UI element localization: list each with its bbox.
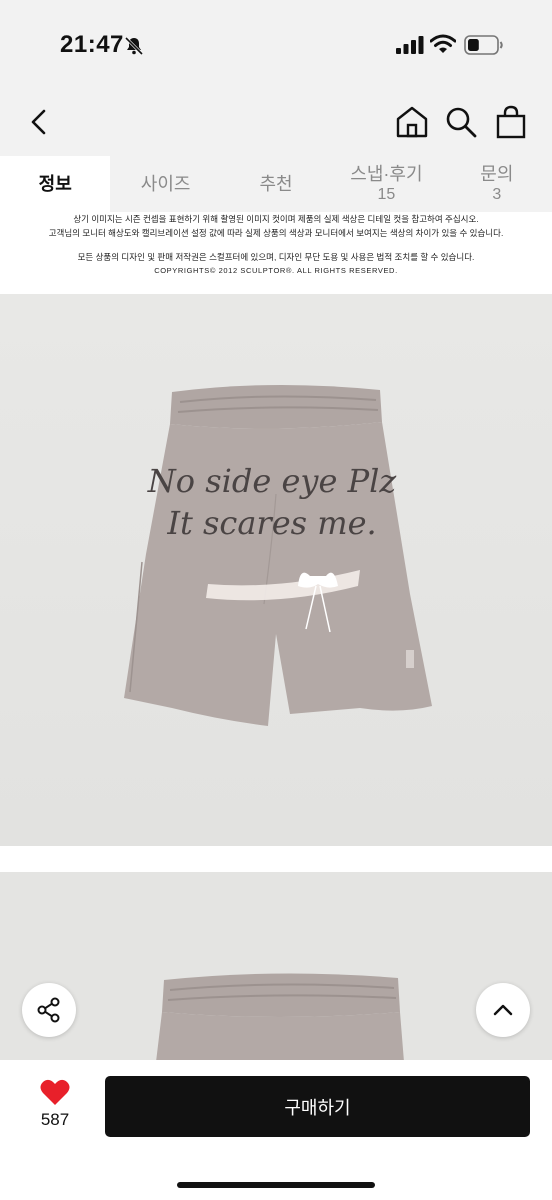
bag-icon[interactable]	[494, 104, 528, 140]
bell-off-icon	[124, 36, 144, 56]
tab-label: 정보	[38, 174, 72, 194]
copyright-text: COPYRIGHTS© 2012 SCULPTOR®. ALL RIGHTS R…	[154, 266, 398, 275]
battery-icon	[464, 35, 503, 55]
heart-icon[interactable]	[40, 1078, 70, 1106]
tab-bar: 정보 사이즈 추천 스냅·후기 15 문의 3	[0, 156, 552, 212]
product-image	[0, 872, 552, 1062]
product-image: No side eye Plz It scares me.	[0, 294, 552, 846]
tab-label: 문의	[480, 164, 514, 184]
shorts-illustration: No side eye Plz It scares me.	[124, 384, 432, 726]
print-line-1: No side eye Plz	[147, 462, 398, 500]
scroll-top-button[interactable]	[476, 983, 530, 1037]
tab-label: 사이즈	[140, 174, 191, 194]
product-notice: 상기 이미지는 시즌 컨셉을 표현하기 위해 촬영된 이미지 컷이며 제품의 실…	[0, 212, 552, 294]
share-icon	[37, 997, 60, 1023]
like-count: 587	[40, 1110, 70, 1129]
share-button[interactable]	[22, 983, 76, 1037]
notice-line: 고객님의 모니터 해상도와 캘리브레이션 설정 값에 따라 실제 상품의 색상과…	[48, 228, 504, 238]
notice-line: 모든 상품의 디자인 및 판매 저작권은 스컬프터에 있으며, 디자인 무단 도…	[77, 252, 475, 262]
shorts-illustration	[156, 973, 404, 1062]
home-indicator	[177, 1182, 375, 1188]
home-icon[interactable]	[394, 104, 430, 140]
tab-count: 15	[377, 186, 396, 203]
wifi-icon	[430, 34, 456, 53]
status-time: 21:47	[60, 31, 124, 58]
tab-size[interactable]: 사이즈	[110, 156, 220, 212]
search-icon[interactable]	[444, 104, 478, 140]
notice-line: 상기 이미지는 시즌 컨셉을 표현하기 위해 촬영된 이미지 컷이며 제품의 실…	[73, 214, 479, 224]
chevron-up-icon	[493, 1004, 513, 1016]
print-line-2: It scares me.	[166, 504, 376, 542]
tab-snap-review[interactable]: 스냅·후기 15	[331, 156, 441, 212]
tab-label: 스냅·후기	[350, 164, 423, 184]
back-icon[interactable]	[24, 104, 56, 140]
tab-count: 3	[492, 186, 502, 203]
status-bar: 21:47	[0, 0, 552, 90]
buy-button[interactable]: 구매하기	[105, 1076, 530, 1137]
purchase-bar: 587 구매하기	[0, 1060, 552, 1200]
cellular-signal-icon	[396, 36, 424, 54]
tab-inquiry[interactable]: 문의 3	[442, 156, 552, 212]
buy-button-label: 구매하기	[284, 1097, 351, 1118]
nav-bar	[0, 90, 552, 156]
tab-info[interactable]: 정보	[0, 156, 111, 212]
tab-label: 추천	[259, 174, 293, 194]
tab-recommend[interactable]: 추천	[221, 156, 331, 212]
